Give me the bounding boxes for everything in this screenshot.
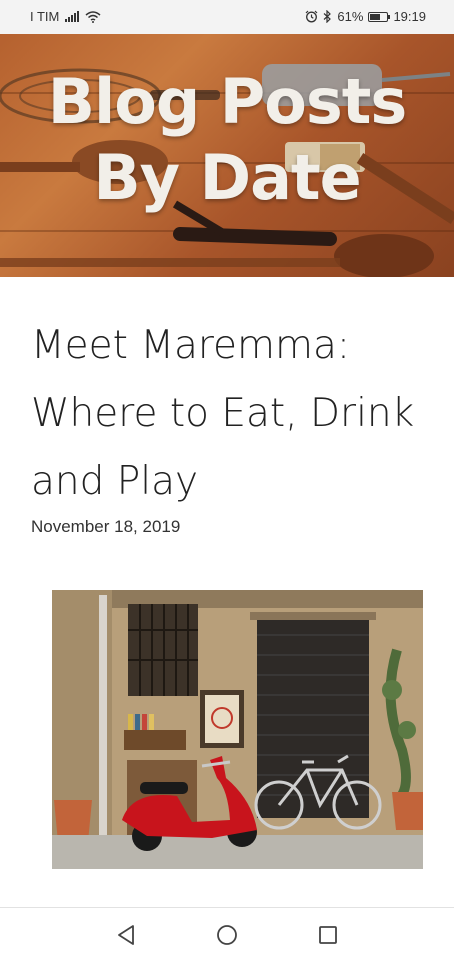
battery-icon — [368, 11, 391, 22]
hero-banner: Blog Posts By Date — [0, 34, 454, 277]
clock: 19:19 — [393, 9, 426, 24]
back-button[interactable] — [112, 921, 140, 949]
home-button[interactable] — [213, 921, 241, 949]
system-nav-bar — [0, 907, 454, 961]
post-featured-image[interactable] — [52, 590, 423, 869]
battery-percent: 61% — [337, 9, 364, 24]
hero-title: Blog Posts By Date — [0, 64, 454, 216]
home-icon — [217, 925, 237, 945]
recents-button[interactable] — [314, 921, 342, 949]
hero-title-line2: By Date — [93, 141, 361, 214]
status-bar: I TIM 61% 19:19 — [0, 0, 454, 34]
street-scooter-photo — [52, 590, 423, 869]
post-title-link[interactable]: Meet Maremma: Where to Eat, Drink and Pl… — [31, 312, 431, 516]
status-left: I TIM — [30, 9, 101, 24]
alarm-icon — [305, 10, 318, 23]
recents-icon — [319, 926, 337, 944]
status-right: 61% 19:19 — [305, 9, 426, 24]
back-icon — [118, 925, 134, 945]
bluetooth-icon — [324, 10, 332, 23]
wifi-icon — [85, 10, 101, 23]
hero-title-line1: Blog Posts — [47, 65, 408, 138]
carrier-label: I TIM — [30, 9, 60, 24]
post-date: November 18, 2019 — [31, 517, 181, 536]
signal-icon — [65, 11, 80, 22]
